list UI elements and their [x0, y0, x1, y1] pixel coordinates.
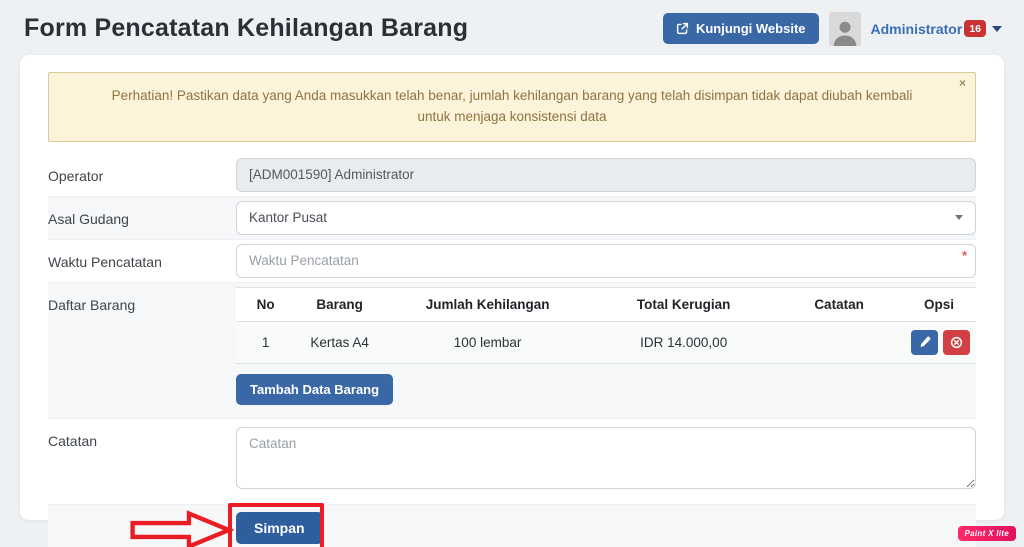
user-menu[interactable]: Administrator 16: [871, 20, 1002, 37]
cell-barang: Kertas A4: [295, 321, 384, 364]
col-header-no: No: [236, 286, 296, 322]
visit-website-label: Kunjungi Website: [695, 21, 806, 36]
page-title: Form Pencatatan Kehilangan Barang: [24, 14, 469, 42]
visit-website-button[interactable]: Kunjungi Website: [662, 13, 819, 44]
select-caret-icon: [955, 215, 963, 221]
operator-label: Operator: [48, 167, 104, 184]
col-header-opsi: Opsi: [901, 286, 976, 322]
user-name: Administrator: [870, 20, 963, 37]
items-table-header-row: No Barang Jumlah Kehilangan Total Kerugi…: [236, 286, 976, 322]
annotation-arrow-icon: [130, 507, 235, 547]
alert-close-icon[interactable]: ×: [959, 77, 966, 89]
waktu-pencatatan-input[interactable]: [236, 243, 976, 278]
person-silhouette-icon: [833, 21, 856, 46]
required-asterisk: *: [961, 247, 967, 263]
asal-gudang-selected-value: Kantor Pusat: [249, 210, 328, 226]
catatan-label: Catatan: [48, 432, 98, 449]
col-header-barang: Barang: [295, 286, 384, 322]
daftar-barang-row: Daftar Barang No Barang Jumlah Kehilanga…: [48, 281, 976, 418]
paint-x-lite-watermark: Paint X lite: [957, 526, 1016, 541]
cell-catatan: [776, 321, 902, 364]
cell-jumlah: 100 lembar: [383, 321, 592, 364]
form-footer: Simpan: [48, 502, 976, 547]
asal-gudang-label: Asal Gudang: [48, 210, 129, 227]
items-table: No Barang Jumlah Kehilangan Total Kerugi…: [236, 286, 976, 364]
table-row: 1 Kertas A4 100 lembar IDR 14.000,00: [236, 321, 976, 364]
operator-row: Operator [ADM001590] Administrator: [48, 154, 976, 196]
catatan-textarea[interactable]: [236, 426, 976, 489]
pencil-icon: [920, 336, 930, 348]
daftar-barang-label: Daftar Barang: [48, 296, 136, 313]
caret-down-icon: [992, 25, 1002, 32]
catatan-row: Catatan: [48, 417, 976, 504]
cell-total: IDR 14.000,00: [591, 321, 777, 364]
x-circle-icon: [950, 336, 963, 348]
external-link-icon: [676, 22, 689, 35]
operator-field: [ADM001590] Administrator: [236, 157, 976, 192]
add-item-button[interactable]: Tambah Data Barang: [236, 373, 394, 405]
form-card: × Perhatian! Pastikan data yang Anda mas…: [20, 55, 1004, 547]
user-avatar[interactable]: [828, 11, 861, 46]
col-header-total: Total Kerugian: [591, 286, 777, 322]
alert-text: Perhatian! Pastikan data yang Anda masuk…: [111, 88, 913, 124]
asal-gudang-row: Asal Gudang Kantor Pusat: [48, 195, 976, 239]
waktu-pencatatan-label: Waktu Pencatatan: [48, 253, 162, 270]
waktu-pencatatan-row: Waktu Pencatatan *: [48, 238, 976, 282]
cell-no: 1: [236, 321, 296, 364]
asal-gudang-select[interactable]: Kantor Pusat: [236, 200, 976, 235]
notification-badge: 16: [964, 20, 986, 37]
top-header: Form Pencatatan Kehilangan Barang Kunjun…: [0, 0, 1024, 55]
delete-item-button[interactable]: [943, 329, 970, 355]
col-header-catatan: Catatan: [776, 286, 902, 322]
warning-alert: × Perhatian! Pastikan data yang Anda mas…: [48, 72, 976, 142]
edit-item-button[interactable]: [911, 329, 938, 355]
save-button[interactable]: Simpan: [236, 511, 323, 544]
col-header-jumlah: Jumlah Kehilangan: [383, 286, 592, 322]
